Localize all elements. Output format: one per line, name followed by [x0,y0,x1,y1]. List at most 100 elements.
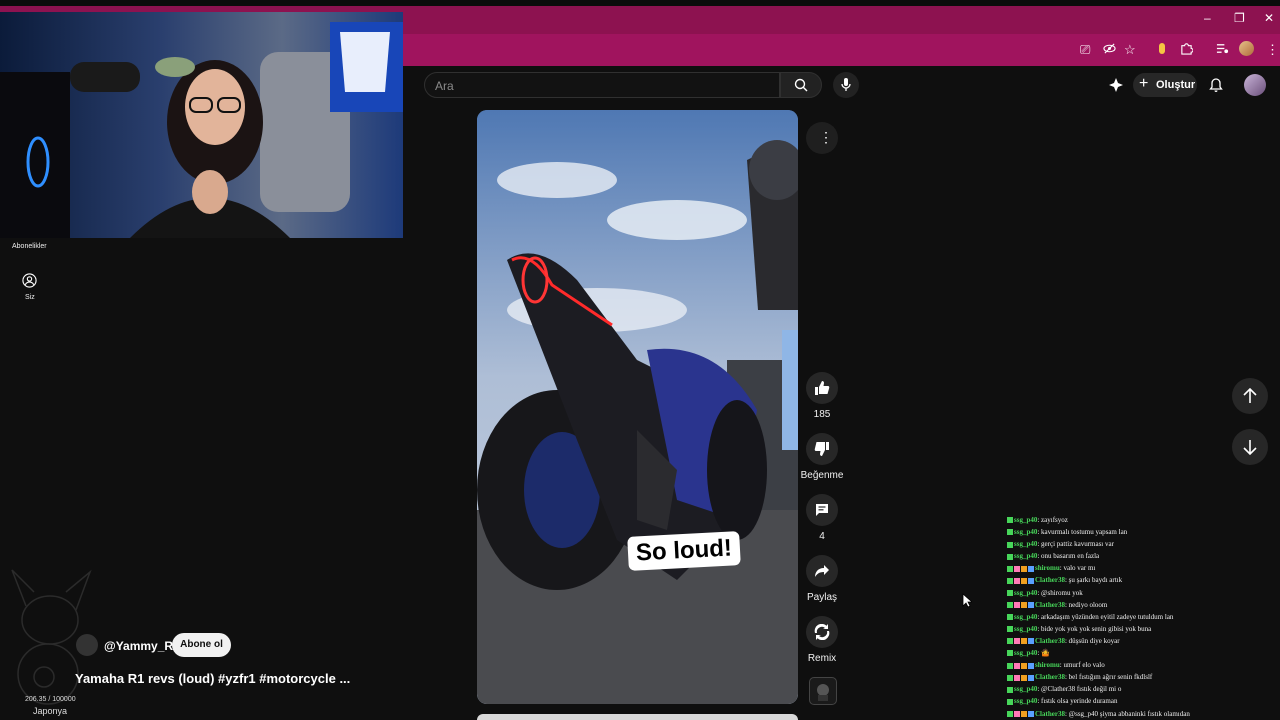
next-short-button[interactable] [1232,429,1268,465]
gemini-sparkle-icon[interactable] [1108,77,1124,93]
chat-badge-icon [1021,565,1027,572]
chat-message: ssg_p40: onu basarım en fazla [1007,550,1277,562]
mouse-cursor-icon [962,593,972,608]
chat-message: ssg_p40: @Clather38 fıstık değil mi o [1007,683,1277,695]
extension-icon[interactable] [1157,42,1167,58]
chat-badge-icon [1021,638,1027,645]
close-window-button[interactable]: ✕ [1264,11,1274,25]
share-button[interactable] [806,555,838,587]
voice-search-button[interactable] [833,72,859,98]
chat-username: Clather38 [1035,636,1065,645]
sidebar-item-subscriptions[interactable]: Abonelikler [12,243,47,250]
dislike-button[interactable] [806,433,838,465]
chat-message: ssg_p40: @shiromu yok [1007,587,1277,599]
chat-text: şu şarkı baydı artık [1068,576,1123,585]
chat-username: ssg_p40 [1014,685,1038,694]
chat-username: ssg_p40 [1014,649,1038,658]
channel-avatar[interactable] [76,634,98,656]
search-box[interactable]: Ara [424,72,780,98]
remix-button[interactable] [806,616,838,648]
previous-short-button[interactable] [1232,378,1268,414]
chat-badge-icon [1028,565,1034,572]
chat-message: Clather38: düşsün diye koyar [1007,635,1277,647]
menu-icon[interactable]: ⋮ [1266,42,1279,58]
arrow-up-icon [1243,388,1257,403]
chat-username: ssg_p40 [1014,588,1038,597]
search-button[interactable] [780,72,822,98]
sidebar-item-you[interactable]: Siz [25,294,35,301]
minimize-button[interactable]: – [1204,11,1211,25]
notifications-bell-icon[interactable] [1208,77,1224,93]
chat-text: fıstık olsa yerinde duraman [1041,697,1118,706]
audio-thumbnail[interactable] [809,677,837,705]
chat-badge-icon [1007,614,1013,621]
chat-text: zayıfsyoz [1041,516,1068,524]
stream-counter: 206.35 / 100000 [25,696,76,703]
chat-badge-icon [1007,529,1013,536]
chat-text: @ssg_p40 şiyma abbaninki fıstık olamıdan [1068,709,1190,718]
eye-off-icon[interactable] [1103,42,1116,58]
chat-badge-icon [1028,662,1034,669]
thumbs-down-icon [814,442,829,456]
chat-badge-icon [1014,710,1020,717]
chat-username: shiromu [1035,564,1060,573]
thumbs-up-icon [815,381,830,395]
channel-name[interactable]: @Yammy_R1 [104,639,180,653]
chat-message: Clather38: @ssg_p40 şiyma abbaninki fıst… [1007,708,1277,720]
maximize-button[interactable]: ❐ [1234,11,1245,25]
chat-badge-icon [1007,710,1013,717]
like-count: 185 [813,409,831,420]
comments-button[interactable] [806,494,838,526]
create-label: Oluştur [1156,79,1196,91]
chat-badge-icon [1007,686,1013,693]
chat-badge-icon [1007,650,1013,657]
streamer-image [0,22,403,238]
chat-text: bide yok yok yok senin gibisi yok buna [1041,624,1152,633]
title-strip [0,0,1280,6]
chat-username: Clather38 [1035,576,1065,585]
chat-badge-icon [1007,602,1013,609]
like-button[interactable] [806,372,838,404]
chat-message: ssg_p40: zayıfsyoz [1007,514,1277,526]
webcam-overlay [0,12,403,238]
chat-badge-icon [1007,626,1013,633]
chat-badge-icon [1007,589,1013,596]
star-icon[interactable]: ☆ [1124,42,1136,58]
chat-username: ssg_p40 [1014,552,1038,561]
user-circle-icon[interactable] [22,273,37,288]
create-button[interactable]: + Oluştur [1133,73,1197,97]
chat-text: nediyo oloom [1068,600,1108,609]
chat-badge-icon [1028,577,1034,584]
chat-badge-icon [1014,638,1020,645]
short-title[interactable]: Yamaha R1 revs (loud) #yzfr1 #motorcycle… [75,671,350,686]
profile-icon[interactable] [1239,41,1254,56]
chat-badge-icon [1014,662,1020,669]
chat-message: Clather38: nediyo oloom [1007,599,1277,611]
motorcycle-video-frame [477,110,798,704]
search-input[interactable]: Ara [435,79,454,93]
chat-badge-icon [1021,662,1027,669]
chat-text: bel fıstığım ağrır senin fkdlslf [1068,673,1153,682]
cast-icon[interactable]: ⎚ [1080,42,1090,58]
chat-username: shiromu [1035,661,1060,670]
more-vert-icon: ⋮ [819,129,833,145]
more-options-button[interactable]: ⋮ [806,122,838,154]
chat-message: shiromu: valo var mı [1007,562,1277,574]
chat-username: ssg_p40 [1014,516,1038,524]
chat-username: ssg_p40 [1014,697,1038,706]
chat-message: Clather38: şu şarkı baydı artık [1007,574,1277,586]
account-avatar[interactable] [1244,74,1266,96]
chat-username: Clather38 [1035,673,1065,682]
chat-message: shiromu: umurf elo valo [1007,659,1277,671]
media-icon[interactable] [1216,42,1229,58]
chat-text: umurf elo valo [1063,661,1105,670]
chat-username: ssg_p40 [1014,540,1038,549]
chat-message: ssg_p40: gerçi pattiz kavurması var [1007,538,1277,550]
chat-badge-icon [1021,577,1027,584]
chat-badge-icon [1021,602,1027,609]
subscribe-button[interactable]: Abone ol [172,633,231,657]
chat-text: kavurmalı tostumu yapsam lan [1041,528,1128,537]
puzzle-icon[interactable] [1180,42,1194,58]
next-short-preview[interactable] [477,714,798,720]
short-video-player[interactable] [477,110,798,704]
